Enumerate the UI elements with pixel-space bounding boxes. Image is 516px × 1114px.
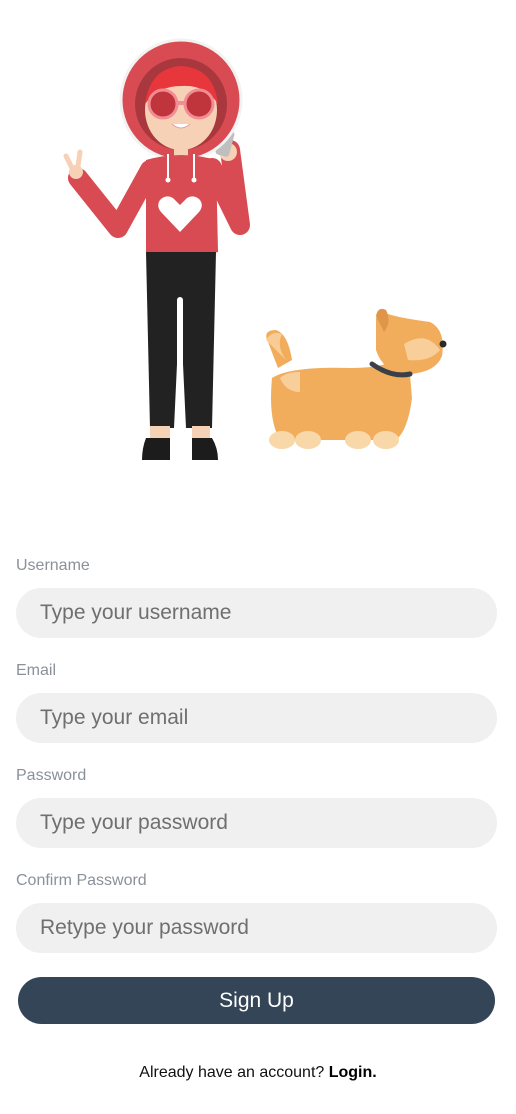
login-prompt-text: Already have an account?	[139, 1064, 325, 1081]
email-input[interactable]	[16, 693, 497, 743]
login-link[interactable]: Login.	[329, 1064, 377, 1081]
confirm-password-input[interactable]	[16, 903, 497, 953]
username-input[interactable]	[16, 588, 497, 638]
confirm-password-field-group: Confirm Password	[16, 867, 497, 953]
signup-form: Username Email Password Confirm Password	[16, 552, 497, 972]
username-field-group: Username	[16, 552, 497, 638]
login-prompt: Already have an account? Login.	[0, 1064, 516, 1082]
hero-illustration	[0, 0, 516, 480]
password-input[interactable]	[16, 798, 497, 848]
password-label: Password	[16, 767, 87, 784]
username-label: Username	[16, 557, 90, 574]
dog-figure	[266, 308, 447, 449]
person-with-dog-illustration	[63, 38, 447, 460]
confirm-password-label: Confirm Password	[16, 872, 147, 889]
sign-up-button[interactable]: Sign Up	[18, 977, 495, 1024]
password-field-group: Password	[16, 762, 497, 848]
signup-page: Username Email Password Confirm Password…	[0, 0, 516, 1114]
person-figure	[63, 38, 250, 460]
email-field-group: Email	[16, 657, 497, 743]
email-label: Email	[16, 662, 57, 679]
